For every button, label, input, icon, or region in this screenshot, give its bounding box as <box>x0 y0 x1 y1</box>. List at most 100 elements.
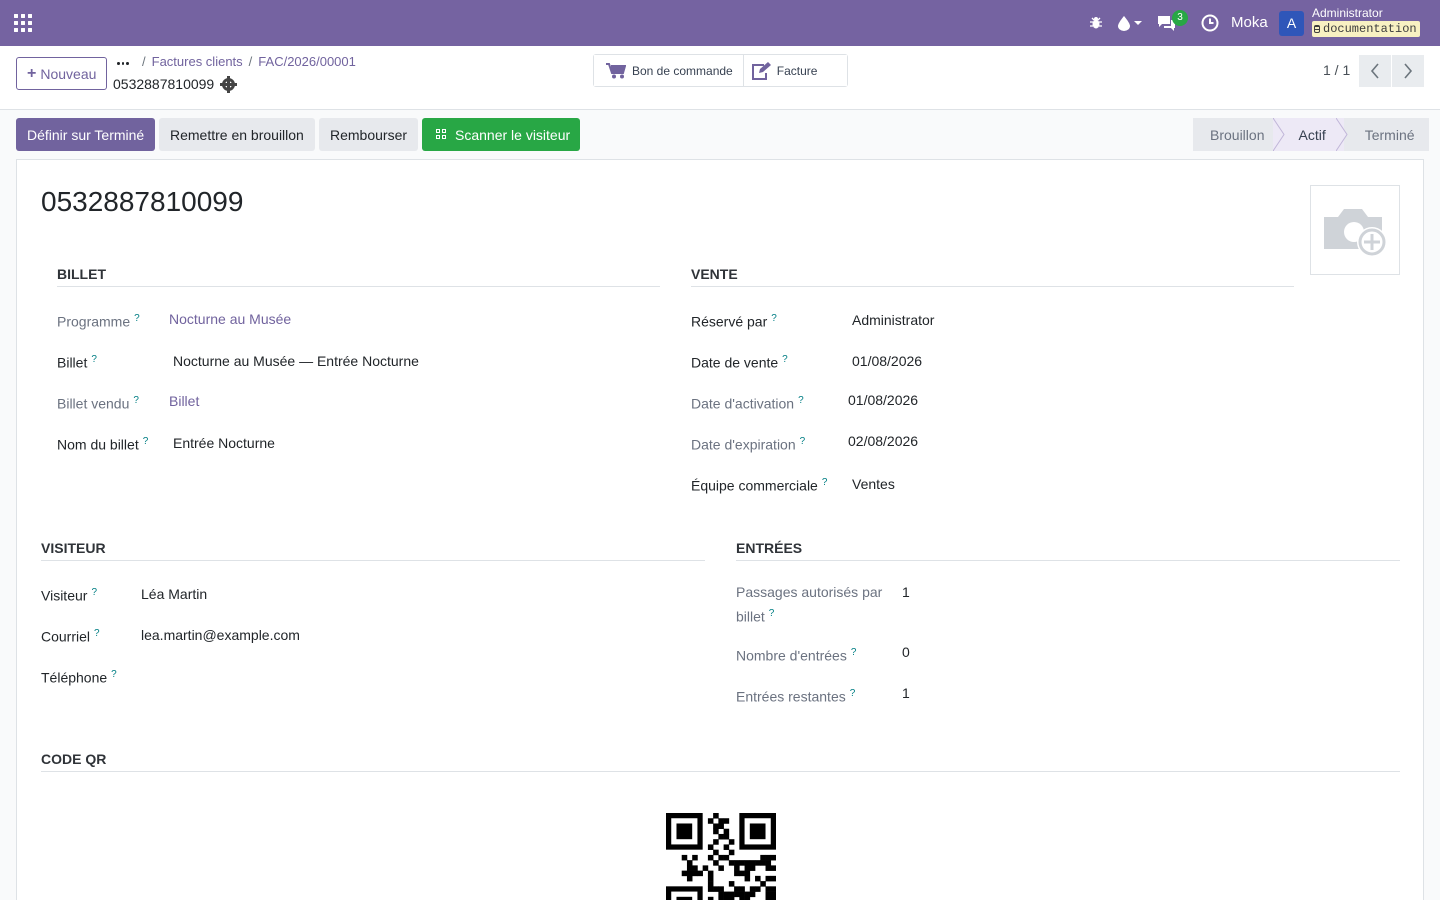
field-value-entrees-restantes: 1 <box>902 685 910 701</box>
breadcrumb-invoices-link[interactable]: Factures clients <box>152 54 243 69</box>
help-icon[interactable]: ? <box>91 354 97 365</box>
field-label-courriel: Courriel? <box>41 628 100 645</box>
field-value-date-vente[interactable]: 01/08/2026 <box>852 351 922 372</box>
camera-add-icon <box>1324 209 1387 257</box>
stage-arrow <box>1336 118 1348 151</box>
help-icon[interactable]: ? <box>800 436 806 447</box>
pager-next-button[interactable] <box>1392 55 1424 87</box>
help-icon[interactable]: ? <box>91 587 97 598</box>
message-count-badge: 3 <box>1172 10 1188 26</box>
droplet-icon[interactable] <box>1118 12 1142 34</box>
field-label-visiteur: Visiteur? <box>41 587 97 604</box>
user-name[interactable]: Administrator <box>1312 6 1383 20</box>
field-label-equipe: Équipe commerciale? <box>691 477 828 494</box>
scan-visitor-label: Scanner le visiteur <box>455 126 571 143</box>
help-icon[interactable]: ? <box>782 354 788 365</box>
field-label-reserve-par: Réservé par? <box>691 313 777 330</box>
smart-buttons: Bon de commande Facture <box>593 54 849 87</box>
field-value-reserve-par[interactable]: Administrator <box>852 310 934 331</box>
new-button-label: Nouveau <box>40 65 97 82</box>
field-value-billet-vendu[interactable]: Billet <box>169 391 199 412</box>
database-name: documentation <box>1323 22 1417 36</box>
group-title-vente: VENTE <box>691 266 1294 287</box>
field-value-equipe[interactable]: Ventes <box>852 474 895 495</box>
field-label-billet: Billet? <box>57 354 97 371</box>
breadcrumb-invoice-link[interactable]: FAC/2026/00001 <box>258 54 356 69</box>
help-icon[interactable]: ? <box>771 313 777 324</box>
help-icon[interactable]: ? <box>798 395 804 406</box>
gear-icon[interactable] <box>220 75 238 93</box>
qr-code-graphic <box>666 813 777 900</box>
field-value-nombre-entrees: 0 <box>902 644 910 660</box>
pager-previous-button[interactable] <box>1359 55 1391 87</box>
breadcrumb-separator: / <box>142 54 146 69</box>
group-title-visiteur: VISITEUR <box>41 540 705 561</box>
database-badge: documentation <box>1312 21 1420 37</box>
set-done-button[interactable]: Définir sur Terminé <box>16 118 156 151</box>
help-icon[interactable]: ? <box>94 628 100 639</box>
chevron-right-icon <box>1404 63 1413 79</box>
purchase-order-label: Bon de commande <box>632 63 733 78</box>
stage-selector: Brouillon Actif Terminé <box>1193 118 1429 151</box>
field-value-courriel[interactable]: lea.martin@example.com <box>141 625 300 646</box>
statusbar: Définir sur Terminé Remettre en brouillo… <box>0 110 1440 158</box>
help-icon[interactable]: ? <box>769 608 775 619</box>
field-label-telephone: Téléphone? <box>41 669 117 686</box>
field-label-nombre-entrees: Nombre d'entrées? <box>736 647 857 664</box>
apps-menu-icon[interactable] <box>14 14 32 32</box>
field-label-date-vente: Date de vente? <box>691 354 788 371</box>
clock-icon[interactable] <box>1201 12 1219 34</box>
field-value-programme[interactable]: Nocturne au Musée <box>169 309 291 330</box>
invoice-button[interactable]: Facture <box>742 55 848 86</box>
qrcode-icon <box>436 129 447 140</box>
chevron-left-icon <box>1370 63 1379 79</box>
photo-upload[interactable] <box>1310 185 1400 275</box>
field-label-programme: Programme? <box>57 313 140 330</box>
pager-value[interactable]: 1 / 1 <box>1323 62 1350 78</box>
field-value-passages: 1 <box>902 584 910 600</box>
record-title-text: 0532887810099 <box>113 76 215 92</box>
qr-code-image <box>666 813 777 900</box>
new-button[interactable]: + Nouveau <box>16 57 108 90</box>
group-title-entrees: ENTRÉES <box>736 540 1400 561</box>
breadcrumb-more-icon[interactable] <box>117 56 130 70</box>
help-icon[interactable]: ? <box>111 669 117 680</box>
help-icon[interactable]: ? <box>134 313 140 324</box>
scan-visitor-button[interactable]: Scanner le visiteur <box>422 118 581 151</box>
field-label-date-activation: Date d'activation? <box>691 395 804 412</box>
cart-icon <box>606 62 626 78</box>
field-value-date-expiration: 02/08/2026 <box>848 433 919 449</box>
avatar[interactable]: A <box>1279 11 1304 36</box>
stage-draft[interactable]: Brouillon <box>1193 118 1273 151</box>
field-value-date-activation: 01/08/2026 <box>848 392 919 408</box>
reset-draft-button[interactable]: Remettre en brouillon <box>159 118 315 151</box>
record-name: 0532887810099 <box>41 186 244 217</box>
edit-invoice-icon <box>751 61 771 80</box>
bug-icon[interactable] <box>1089 12 1103 34</box>
field-value-billet[interactable]: Nocturne au Musée — Entrée Nocturne <box>173 351 419 372</box>
breadcrumb: / Factures clients / FAC/2026/00001 <box>142 54 356 69</box>
purchase-order-button[interactable]: Bon de commande <box>594 55 743 86</box>
breadcrumb-separator: / <box>248 54 253 69</box>
stage-arrow <box>1273 118 1285 151</box>
invoice-label: Facture <box>776 63 818 78</box>
stage-done[interactable]: Terminé <box>1344 118 1429 151</box>
page-title: 0532887810099 <box>113 75 238 93</box>
help-icon[interactable]: ? <box>822 477 828 488</box>
help-icon[interactable]: ? <box>850 688 856 699</box>
field-label-billet-vendu: Billet vendu? <box>57 395 139 412</box>
help-icon[interactable]: ? <box>143 436 149 447</box>
refund-button[interactable]: Rembourser <box>319 118 419 151</box>
field-label-nom-billet: Nom du billet? <box>57 436 149 453</box>
company-switcher[interactable]: Moka <box>1231 14 1268 31</box>
group-title-billet: BILLET <box>57 266 660 287</box>
chevron-down-icon <box>1134 21 1142 25</box>
help-icon[interactable]: ? <box>133 395 139 406</box>
field-value-visiteur[interactable]: Léa Martin <box>141 584 207 605</box>
field-value-nom-billet[interactable]: Entrée Nocturne <box>173 433 275 454</box>
control-panel: + Nouveau / Factures clients / FAC/2026/… <box>0 46 1440 110</box>
field-label-date-expiration: Date d'expiration? <box>691 436 806 453</box>
help-icon[interactable]: ? <box>851 647 857 658</box>
plus-icon: + <box>27 64 37 82</box>
form-sheet: 0532887810099 BILLET Programme? Nocturne… <box>16 159 1424 900</box>
